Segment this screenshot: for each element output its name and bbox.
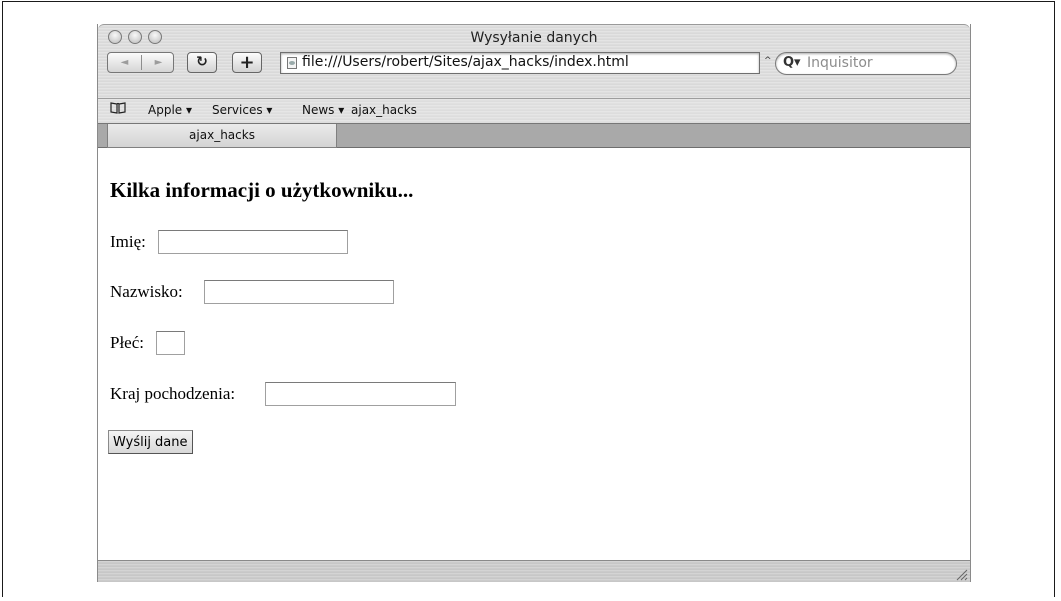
back-forward-group: ◄ ► [107, 52, 174, 73]
bookmark-ajax-hacks[interactable]: ajax_hacks [351, 103, 417, 117]
forward-arrow-icon: ► [154, 57, 163, 68]
field-label-plec: Płeć: [110, 333, 144, 352]
address-bar[interactable]: file:///Users/robert/Sites/ajax_hacks/in… [280, 52, 760, 74]
kraj-input[interactable] [265, 382, 456, 406]
bookmark-apple[interactable]: Apple ▾ [148, 103, 192, 117]
bookmarks-bar: Apple ▾ Services ▾ News ▾ ajax_hacks [98, 98, 970, 123]
window-title: Wysyłanie danych [470, 30, 598, 46]
tab-bar: ajax_hacks [98, 123, 970, 148]
status-bar [98, 560, 970, 582]
search-icon[interactable]: Q▾ [783, 55, 801, 70]
reload-button[interactable]: ↻ [187, 52, 217, 73]
field-label-kraj: Kraj pochodzenia: [110, 384, 236, 403]
bookmark-services[interactable]: Services ▾ [212, 103, 272, 117]
url-history-icon[interactable]: ^ [764, 56, 772, 66]
page-heading: Kilka informacji o użytkowniku... [110, 178, 414, 202]
back-arrow-icon: ◄ [120, 57, 129, 68]
search-placeholder: Inquisitor [807, 55, 873, 71]
bookmark-news[interactable]: News ▾ [302, 103, 344, 117]
reload-icon: ↻ [196, 54, 208, 70]
tab-label: ajax_hacks [189, 128, 255, 142]
field-label-nazwisko: Nazwisko: [110, 282, 183, 301]
imie-input[interactable] [158, 230, 348, 254]
title-bar: Wysyłanie danych ◄ ► ↻ + file:///Users/r… [98, 24, 970, 98]
back-button[interactable]: ◄ [108, 53, 141, 72]
bookmarks-book-icon[interactable] [110, 102, 126, 114]
tab-ajax-hacks[interactable]: ajax_hacks [107, 124, 337, 148]
resize-grip-icon[interactable] [954, 567, 968, 581]
nazwisko-input[interactable] [204, 280, 394, 304]
submit-button[interactable]: Wyślij dane [108, 430, 193, 454]
page-icon [287, 57, 297, 69]
address-url[interactable]: file:///Users/robert/Sites/ajax_hacks/in… [302, 54, 629, 70]
plus-icon: + [239, 52, 255, 73]
page-content: Kilka informacji o użytkowniku... Imię: … [98, 148, 970, 560]
field-label-imie: Imię: [110, 232, 146, 251]
plec-input[interactable] [156, 331, 185, 355]
forward-button[interactable]: ► [142, 53, 175, 72]
browser-window: Wysyłanie danych ◄ ► ↻ + file:///Users/r… [97, 24, 971, 582]
search-field[interactable]: Q▾ Inquisitor [775, 52, 957, 75]
add-bookmark-button[interactable]: + [232, 52, 262, 73]
